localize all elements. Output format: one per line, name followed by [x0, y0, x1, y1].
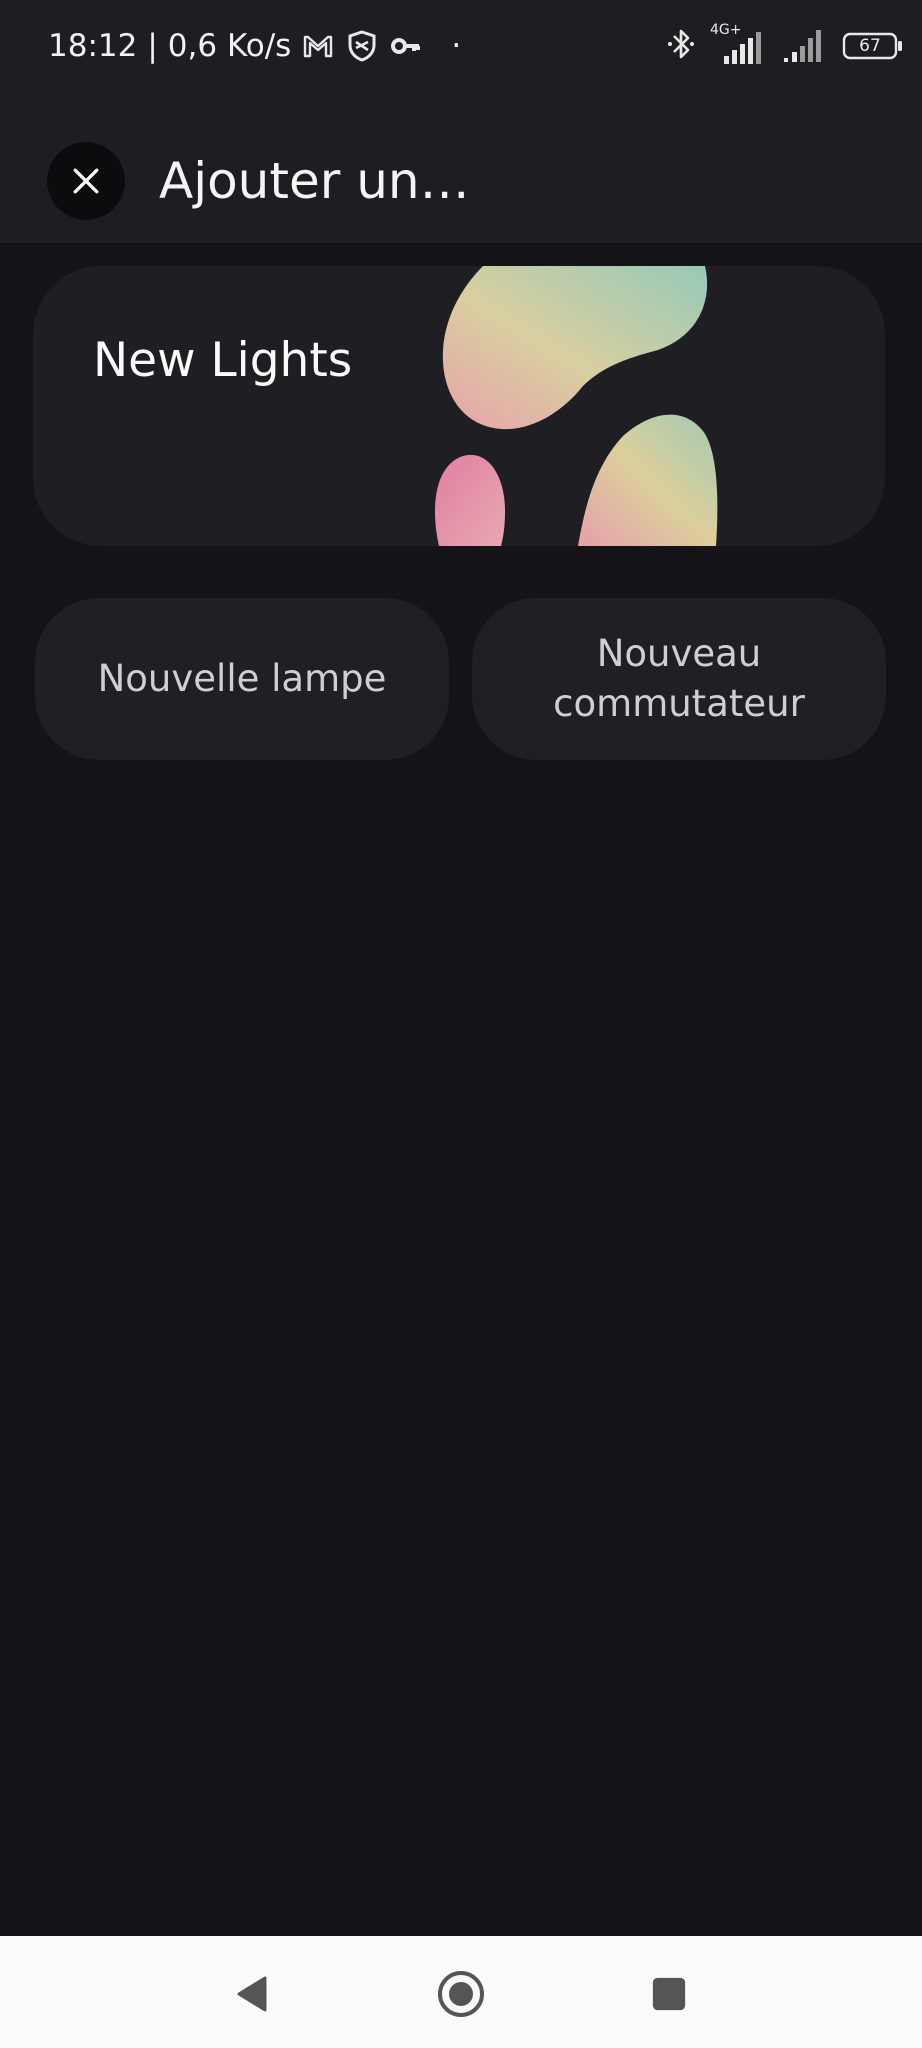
new-lamp-button[interactable]: Nouvelle lampe: [35, 598, 449, 760]
new-lamp-label: Nouvelle lampe: [97, 657, 387, 700]
back-icon: [237, 1976, 267, 2012]
key-icon: [389, 29, 423, 63]
new-switch-button[interactable]: Nouveau commutateur: [472, 598, 886, 760]
header: Ajouter un…: [0, 90, 922, 243]
battery-icon: 67: [842, 31, 904, 61]
signal-icon: 4G+: [710, 22, 768, 66]
status-separator: |: [147, 28, 158, 64]
recents-icon: [652, 1977, 686, 2011]
close-button[interactable]: [47, 142, 125, 220]
status-right: 4G+ 67: [666, 22, 904, 68]
new-lights-label: New Lights: [93, 333, 353, 388]
home-icon: [438, 1971, 484, 2017]
status-time: 18:12: [48, 28, 138, 64]
recents-button[interactable]: [641, 1966, 697, 2022]
home-button[interactable]: [433, 1966, 489, 2022]
notification-dot: ·: [451, 28, 462, 64]
signal-icon: [782, 24, 828, 68]
status-left: 18:12 | 0,6 Ko/s ·: [48, 24, 461, 68]
navigation-bar: [0, 1936, 922, 2048]
bluetooth-icon: [666, 26, 696, 66]
main-content: New Lights Nouvelle lampe Nouveau commut…: [0, 243, 922, 1936]
gmail-icon: [301, 29, 335, 63]
shield-icon: [345, 29, 379, 63]
status-bar: 18:12 | 0,6 Ko/s · 4G+ 67: [0, 0, 922, 90]
back-button[interactable]: [225, 1966, 281, 2022]
battery-level: 67: [859, 36, 881, 56]
new-switch-label: Nouveau commutateur: [553, 632, 805, 725]
color-blobs-illustration: [434, 266, 718, 546]
close-icon: [73, 168, 99, 194]
new-lights-card[interactable]: New Lights: [33, 266, 885, 546]
page-title: Ajouter un…: [159, 152, 470, 210]
network-speed: 0,6 Ko/s: [167, 28, 292, 64]
